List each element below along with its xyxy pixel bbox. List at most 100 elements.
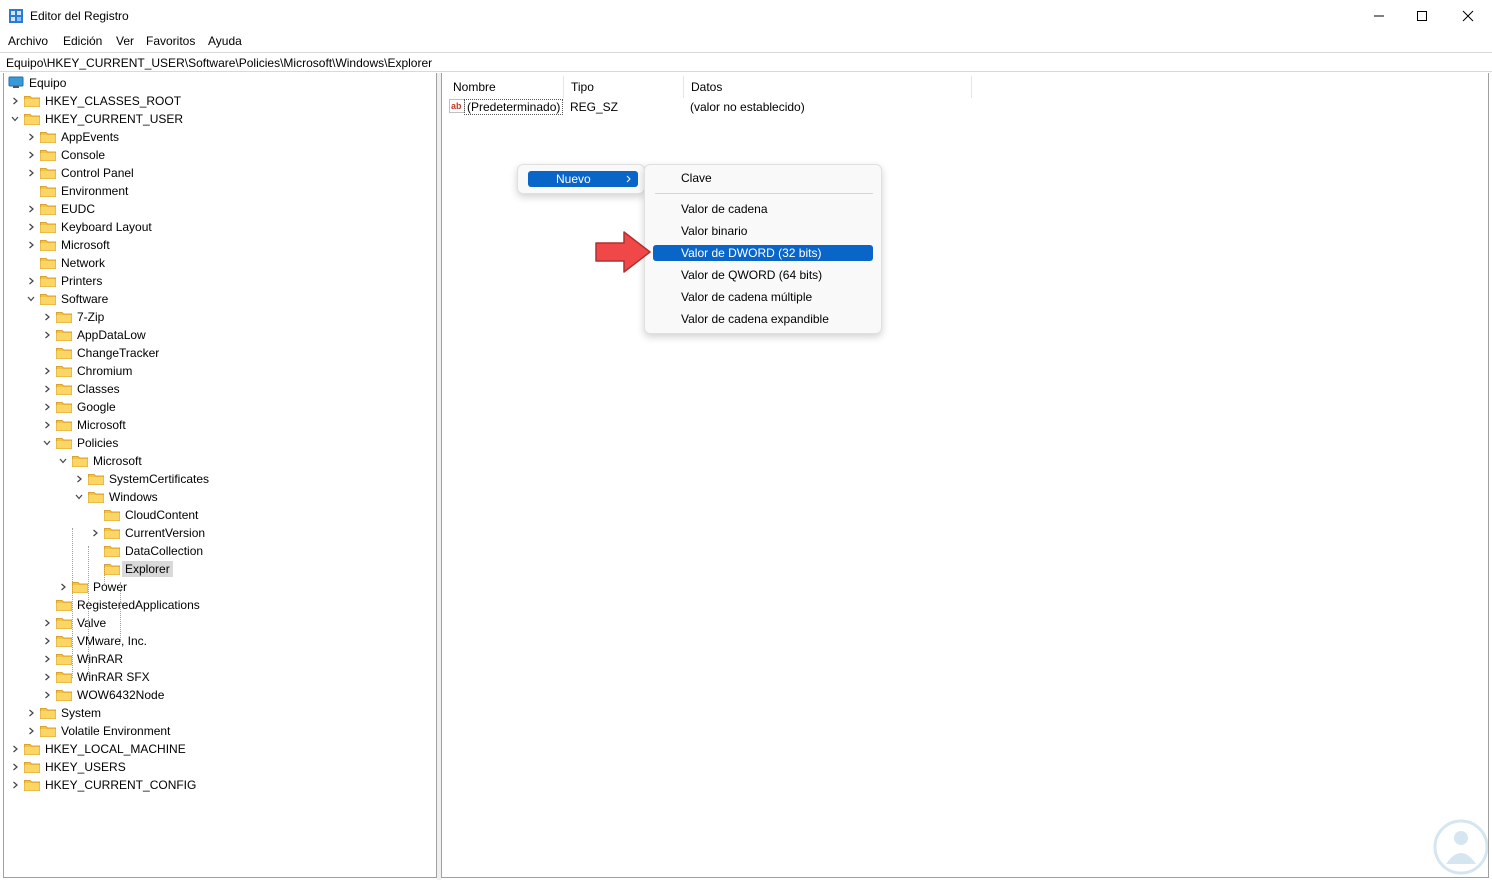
chevron-right-icon[interactable] bbox=[42, 690, 52, 700]
tree-item[interactable]: WinRAR bbox=[4, 650, 434, 668]
tree-item[interactable]: Microsoft bbox=[4, 416, 434, 434]
chevron-down-icon[interactable] bbox=[74, 492, 84, 502]
tree-item[interactable]: AppDataLow bbox=[4, 326, 434, 344]
chevron-right-icon[interactable] bbox=[10, 96, 20, 106]
tree-pane[interactable]: Equipo HKEY_CLASSES_ROOT HKEY_CURRENT_USER… bbox=[3, 73, 437, 878]
tree-item[interactable]: Windows bbox=[4, 488, 434, 506]
menu-item-valor-cadena-multiple[interactable]: Valor de cadena múltiple bbox=[653, 289, 873, 305]
tree-item[interactable]: Chromium bbox=[4, 362, 434, 380]
tree-item[interactable]: Printers bbox=[4, 272, 434, 290]
menu-edicion[interactable]: Edición bbox=[63, 34, 102, 48]
chevron-right-icon[interactable] bbox=[42, 330, 52, 340]
tree-item[interactable]: Microsoft bbox=[4, 452, 434, 470]
chevron-right-icon[interactable] bbox=[26, 150, 36, 160]
chevron-right-icon[interactable] bbox=[26, 726, 36, 736]
tree-item-label: HKEY_CURRENT_CONFIG bbox=[45, 778, 197, 792]
tree-item[interactable]: Policies bbox=[4, 434, 434, 452]
chevron-right-icon[interactable] bbox=[42, 366, 52, 376]
tree-item[interactable]: Console bbox=[4, 146, 434, 164]
column-header-name[interactable]: Nombre bbox=[446, 76, 564, 98]
value-name[interactable]: (Predeterminado) bbox=[464, 99, 564, 115]
chevron-down-icon[interactable] bbox=[3, 78, 4, 88]
chevron-right-icon[interactable] bbox=[74, 474, 84, 484]
tree-item[interactable]: HKEY_LOCAL_MACHINE bbox=[4, 740, 434, 758]
tree-item[interactable]: Explorer bbox=[4, 560, 434, 578]
chevron-right-icon[interactable] bbox=[10, 744, 20, 754]
chevron-right-icon[interactable] bbox=[26, 222, 36, 232]
tree-item[interactable]: ChangeTracker bbox=[4, 344, 434, 362]
tree-item[interactable]: EUDC bbox=[4, 200, 434, 218]
tree-item[interactable]: Keyboard Layout bbox=[4, 218, 434, 236]
chevron-right-icon[interactable] bbox=[42, 402, 52, 412]
tree-item[interactable]: Control Panel bbox=[4, 164, 434, 182]
chevron-right-icon[interactable] bbox=[58, 582, 68, 592]
tree-item[interactable]: System bbox=[4, 704, 434, 722]
tree-item-label: HKEY_USERS bbox=[45, 760, 126, 774]
tree-item[interactable]: Classes bbox=[4, 380, 434, 398]
tree-item[interactable]: Environment bbox=[4, 182, 434, 200]
tree-root[interactable]: Equipo bbox=[4, 74, 434, 92]
tree-item[interactable]: CurrentVersion bbox=[4, 524, 434, 542]
chevron-right-icon[interactable] bbox=[26, 240, 36, 250]
menu-item-valor-qword[interactable]: Valor de QWORD (64 bits) bbox=[653, 267, 873, 283]
chevron-right-icon[interactable] bbox=[42, 312, 52, 322]
chevron-right-icon[interactable] bbox=[42, 384, 52, 394]
tree-item[interactable]: VMware, Inc. bbox=[4, 632, 434, 650]
chevron-down-icon[interactable] bbox=[10, 114, 20, 124]
menu-archivo[interactable]: Archivo bbox=[8, 34, 48, 48]
column-header-data[interactable]: Datos bbox=[684, 76, 972, 98]
address-path[interactable]: Equipo\HKEY_CURRENT_USER\Software\Polici… bbox=[6, 56, 432, 70]
menu-ayuda[interactable]: Ayuda bbox=[208, 34, 242, 48]
chevron-right-icon[interactable] bbox=[42, 672, 52, 682]
chevron-right-icon[interactable] bbox=[26, 168, 36, 178]
tree-item[interactable]: Google bbox=[4, 398, 434, 416]
chevron-down-icon[interactable] bbox=[42, 438, 52, 448]
tree-item[interactable]: Software bbox=[4, 290, 434, 308]
chevron-right-icon[interactable] bbox=[26, 204, 36, 214]
chevron-right-icon[interactable] bbox=[42, 618, 52, 628]
chevron-right-icon[interactable] bbox=[42, 654, 52, 664]
maximize-button[interactable] bbox=[1399, 0, 1445, 32]
chevron-right-icon[interactable] bbox=[42, 636, 52, 646]
tree-item[interactable]: HKEY_CURRENT_CONFIG bbox=[4, 776, 434, 794]
chevron-right-icon[interactable] bbox=[10, 780, 20, 790]
menu-item-valor-binario[interactable]: Valor binario bbox=[653, 223, 873, 239]
tree-item[interactable]: Network bbox=[4, 254, 434, 272]
minimize-button[interactable] bbox=[1356, 0, 1402, 32]
tree-item[interactable]: Volatile Environment bbox=[4, 722, 434, 740]
menu-item-valor-cadena-expandible[interactable]: Valor de cadena expandible bbox=[653, 311, 873, 327]
tree-item[interactable]: HKEY_CLASSES_ROOT bbox=[4, 92, 434, 110]
chevron-down-icon[interactable] bbox=[58, 456, 68, 466]
menu-favoritos[interactable]: Favoritos bbox=[146, 34, 195, 48]
tree-item[interactable]: WOW6432Node bbox=[4, 686, 434, 704]
menu-item-nuevo[interactable]: Nuevo bbox=[528, 171, 638, 187]
chevron-down-icon[interactable] bbox=[26, 294, 36, 304]
chevron-right-icon[interactable] bbox=[42, 420, 52, 430]
chevron-right-icon[interactable] bbox=[26, 708, 36, 718]
address-bar[interactable]: Equipo\HKEY_CURRENT_USER\Software\Polici… bbox=[0, 52, 1492, 72]
tree-item[interactable]: AppEvents bbox=[4, 128, 434, 146]
menu-item-clave[interactable]: Clave bbox=[653, 170, 873, 186]
chevron-right-icon[interactable] bbox=[90, 528, 100, 538]
tree-item[interactable]: Power bbox=[4, 578, 434, 596]
tree-item[interactable]: CloudContent bbox=[4, 506, 434, 524]
menu-item-valor-cadena[interactable]: Valor de cadena bbox=[653, 201, 873, 217]
tree-item[interactable]: Valve bbox=[4, 614, 434, 632]
column-header-type[interactable]: Tipo bbox=[564, 76, 684, 98]
folder-icon bbox=[72, 582, 88, 593]
tree-item[interactable]: DataCollection bbox=[4, 542, 434, 560]
chevron-right-icon[interactable] bbox=[10, 762, 20, 772]
table-row[interactable]: ab (Predeterminado) REG_SZ (valor no est… bbox=[446, 97, 1046, 116]
tree-item[interactable]: WinRAR SFX bbox=[4, 668, 434, 686]
tree-item[interactable]: RegisteredApplications bbox=[4, 596, 434, 614]
tree-item[interactable]: SystemCertificates bbox=[4, 470, 434, 488]
chevron-right-icon[interactable] bbox=[26, 276, 36, 286]
close-button[interactable] bbox=[1445, 0, 1491, 32]
tree-item[interactable]: HKEY_USERS bbox=[4, 758, 434, 776]
menu-ver[interactable]: Ver bbox=[116, 34, 134, 48]
tree-item[interactable]: HKEY_CURRENT_USER bbox=[4, 110, 434, 128]
tree-item[interactable]: 7-Zip bbox=[4, 308, 434, 326]
tree-item[interactable]: Microsoft bbox=[4, 236, 434, 254]
chevron-right-icon[interactable] bbox=[26, 132, 36, 142]
menu-item-valor-dword[interactable]: Valor de DWORD (32 bits) bbox=[653, 245, 873, 261]
